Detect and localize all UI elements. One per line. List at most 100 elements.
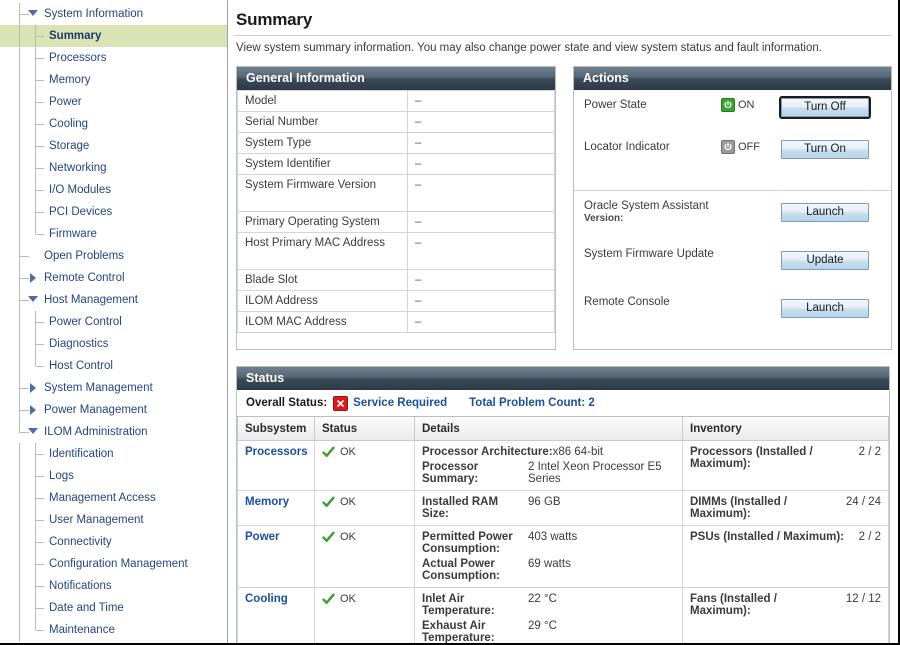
chevron-right-icon[interactable] (30, 383, 36, 393)
general-information-value: – (408, 175, 555, 212)
tree-connector (35, 498, 44, 499)
sidebar-item-storage[interactable]: Storage (0, 135, 227, 157)
sidebar-item-configuration-management[interactable]: Configuration Management (0, 553, 227, 575)
sidebar-item-connectivity[interactable]: Connectivity (0, 531, 227, 553)
sidebar-item-summary[interactable]: Summary (0, 25, 227, 47)
sidebar-item-diagnostics[interactable]: Diagnostics (0, 333, 227, 355)
subsystem-link[interactable]: Power (245, 531, 280, 543)
sidebar-item-host-management[interactable]: Host Management (0, 289, 227, 311)
sidebar-item-power-management[interactable]: Power Management (0, 399, 227, 421)
subsystem-link[interactable]: Processors (245, 446, 308, 458)
sidebar-item-logs[interactable]: Logs (0, 465, 227, 487)
osa-button-cell: Launch (781, 197, 881, 222)
chevron-down-icon[interactable] (28, 428, 38, 434)
sidebar-item-management-access[interactable]: Management Access (0, 487, 227, 509)
inventory-key: DIMMs (Installed / Maximum): (690, 496, 838, 520)
general-information-row: System Identifier– (238, 154, 555, 175)
chevron-down-icon[interactable] (28, 296, 38, 302)
tree-connector (35, 124, 44, 125)
total-problem-count-link[interactable]: Total Problem Count: 2 (469, 397, 595, 409)
detail-pair: Permitted Power Consumption:403 watts (422, 531, 675, 555)
general-information-key: Host Primary MAC Address (238, 233, 408, 270)
sidebar-item-open-problems[interactable]: Open Problems (0, 245, 227, 267)
system-firmware-update-row: System Firmware Update Update (584, 245, 881, 293)
inventory-value: 2 / 2 (851, 531, 881, 543)
sidebar-item-date-and-time[interactable]: Date and Time (0, 597, 227, 619)
inventory-value: 24 / 24 (838, 496, 881, 520)
sidebar-item-ilom-administration[interactable]: ILOM Administration (0, 421, 227, 443)
sidebar-item-label: Power (49, 96, 82, 108)
overall-status-label: Overall Status: (246, 397, 327, 409)
inventory-key: Fans (Installed / Maximum): (690, 593, 838, 617)
sidebar-item-user-management[interactable]: User Management (0, 509, 227, 531)
status-text: OK (340, 446, 356, 458)
detail-key: Permitted Power Consumption: (422, 531, 528, 555)
sidebar-item-label: Summary (49, 30, 101, 42)
oracle-system-assistant-row: Oracle System Assistant Version: Launch (584, 197, 881, 245)
navigation-sidebar: System Information Summary ProcessorsMemor… (0, 0, 228, 643)
tree-connector (35, 212, 44, 213)
detail-pair: Actual Power Consumption:69 watts (422, 558, 675, 582)
detail-key: Inlet Air Temperature: (422, 593, 528, 617)
sidebar-item-cooling[interactable]: Cooling (0, 113, 227, 135)
turn-on-button[interactable]: Turn On (781, 140, 869, 159)
overall-status-bar: Overall Status: Service Required Total P… (237, 390, 889, 417)
sidebar-item-label: Notifications (49, 580, 112, 592)
subsystem-link[interactable]: Memory (245, 496, 289, 508)
actions-tasks-group: Oracle System Assistant Version: Launch … (574, 191, 891, 349)
sidebar-item-system-information[interactable]: System Information (0, 3, 227, 25)
sidebar-item-notifications[interactable]: Notifications (0, 575, 227, 597)
turn-off-button[interactable]: Turn Off (781, 98, 869, 117)
general-information-row: ILOM Address– (238, 291, 555, 312)
status-column-header: Details (415, 417, 683, 441)
actions-state-group: Power State ON Turn Off Locator Indica (574, 90, 891, 191)
sidebar-item-maintenance[interactable]: Maintenance (0, 619, 227, 641)
sidebar-item-host-control[interactable]: Host Control (0, 355, 227, 377)
sidebar-item-power[interactable]: Power (0, 91, 227, 113)
sidebar-item-i-o-modules[interactable]: I/O Modules (0, 179, 227, 201)
subsystem-link[interactable]: Cooling (245, 593, 288, 605)
general-information-key: ILOM Address (238, 291, 408, 312)
chevron-right-icon[interactable] (30, 405, 36, 415)
tree-connector (35, 564, 44, 565)
sidebar-item-label: Cooling (49, 118, 88, 130)
chevron-down-icon[interactable] (28, 10, 38, 16)
top-panels-row: General Information Model–Serial Number–… (236, 66, 892, 350)
system-firmware-update-label: System Firmware Update (584, 245, 781, 260)
overall-status-value-link[interactable]: Service Required (353, 397, 447, 409)
launch-oracle-system-assistant-button[interactable]: Launch (781, 203, 869, 222)
tree-connector (35, 190, 44, 191)
sidebar-item-label: Storage (49, 140, 89, 152)
update-firmware-button[interactable]: Update (781, 251, 869, 270)
status-text: OK (340, 593, 356, 605)
general-information-value: – (408, 133, 555, 154)
inventory-pair: Processors (Installed / Maximum):2 / 2 (690, 446, 881, 470)
sidebar-item-networking[interactable]: Networking (0, 157, 227, 179)
sidebar-item-label: Logs (49, 470, 74, 482)
locator-indicator-indicator: OFF (721, 138, 781, 154)
sidebar-item-identification[interactable]: Identification (0, 443, 227, 465)
actions-header: Actions (574, 67, 891, 90)
sidebar-item-system-management[interactable]: System Management (0, 377, 227, 399)
chevron-right-icon[interactable] (30, 273, 36, 283)
sidebar-item-processors[interactable]: Processors (0, 47, 227, 69)
tree-connector-stop (19, 433, 20, 443)
sidebar-item-pci-devices[interactable]: PCI Devices (0, 201, 227, 223)
power-state-value: ON (738, 99, 755, 111)
inventory-key: Processors (Installed / Maximum): (690, 446, 851, 470)
detail-value: 69 watts (528, 558, 675, 582)
sidebar-item-firmware[interactable]: Firmware (0, 223, 227, 245)
locator-indicator-row: Locator Indicator OFF Turn On (584, 138, 881, 180)
general-information-row: Host Primary MAC Address– (238, 233, 555, 270)
general-information-row: Primary Operating System– (238, 212, 555, 233)
tree-connector (35, 520, 44, 521)
oracle-system-assistant-label: Oracle System Assistant Version: (584, 197, 781, 224)
locator-indicator-value: OFF (738, 141, 760, 153)
sidebar-item-label: Firmware (49, 228, 97, 240)
general-information-value: – (408, 270, 555, 291)
sidebar-item-memory[interactable]: Memory (0, 69, 227, 91)
launch-remote-console-button[interactable]: Launch (781, 299, 869, 318)
sidebar-item-remote-control[interactable]: Remote Control (0, 267, 227, 289)
sidebar-item-power-control[interactable]: Power Control (0, 311, 227, 333)
tree-connector (35, 542, 44, 543)
